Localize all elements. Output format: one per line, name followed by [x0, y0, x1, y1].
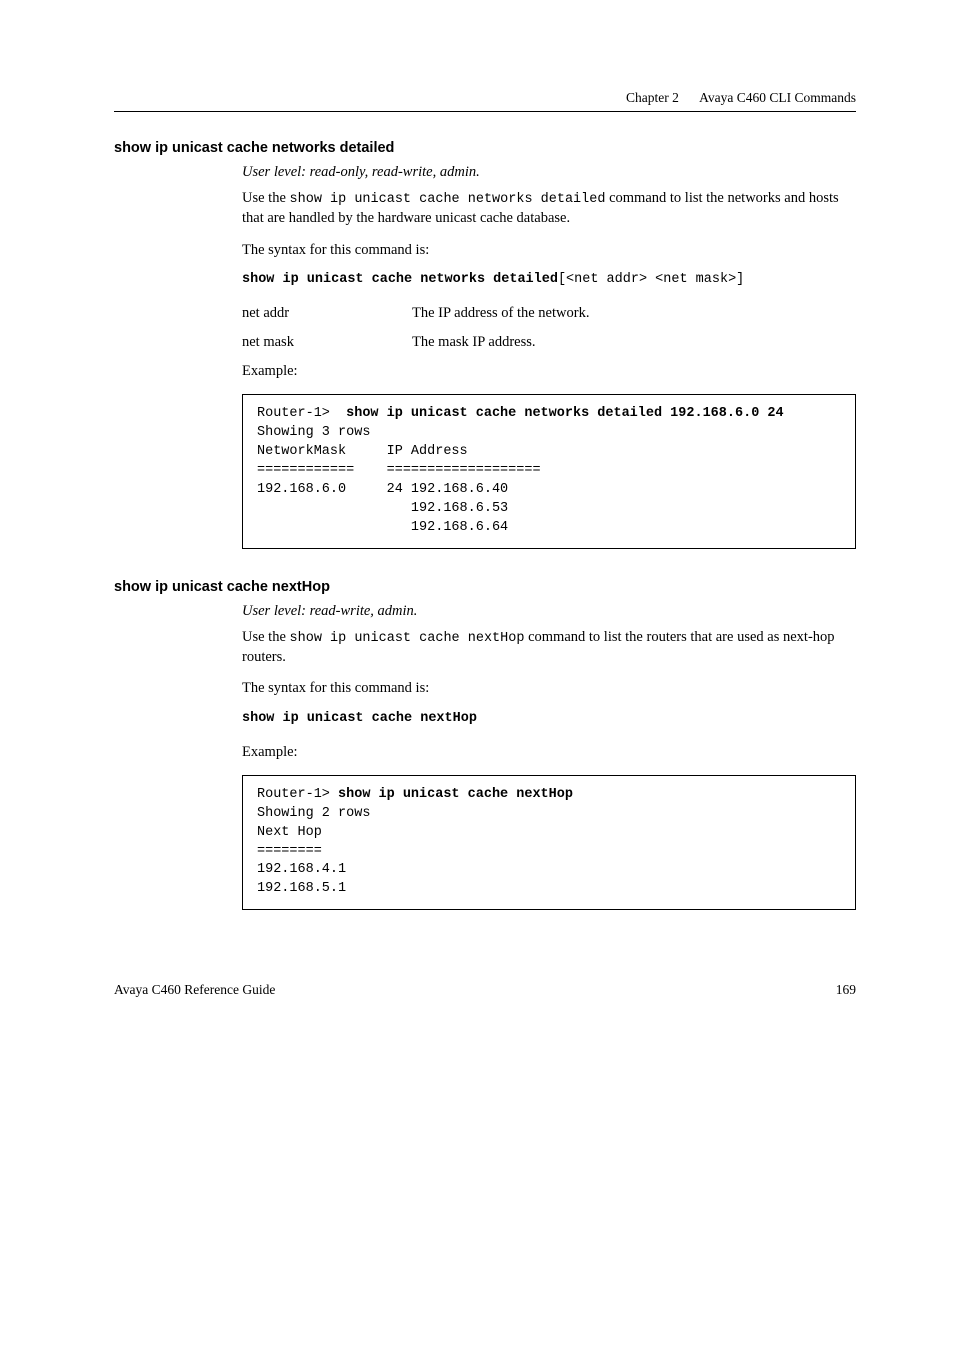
user-level: User level: read-only, read-write, admin… — [242, 164, 856, 181]
code-output: Showing 3 rows NetworkMask IP Address ==… — [257, 425, 541, 534]
syntax-bold: show ip unicast cache networks detailed — [242, 272, 558, 287]
code-command: show ip unicast cache nextHop — [338, 787, 573, 802]
section-show-ip-unicast-cache-nexthop: show ip unicast cache nextHop User level… — [114, 579, 856, 911]
code-prompt: Router-1> — [257, 406, 346, 421]
description: Use the show ip unicast cache nextHop co… — [242, 628, 856, 668]
code-block: Router-1> show ip unicast cache networks… — [242, 394, 856, 548]
syntax-args: [<net addr> <net mask>] — [558, 272, 744, 287]
section-heading: show ip unicast cache nextHop — [114, 579, 856, 595]
example-label: Example: — [242, 744, 856, 761]
footer-left: Avaya C460 Reference Guide — [114, 982, 275, 998]
code-block: Router-1> show ip unicast cache nextHop … — [242, 775, 856, 910]
desc-cmd: show ip unicast cache nextHop — [290, 631, 525, 646]
section-body: User level: read-write, admin. Use the s… — [242, 603, 856, 911]
desc-cmd: show ip unicast cache networks detailed — [290, 192, 606, 207]
code-output: Showing 2 rows Next Hop ======== 192.168… — [257, 806, 370, 897]
param-row: net mask The mask IP address. — [242, 334, 856, 351]
description: Use the show ip unicast cache networks d… — [242, 189, 856, 229]
example-label: Example: — [242, 363, 856, 380]
desc-prefix: Use the — [242, 190, 290, 206]
section-body: User level: read-only, read-write, admin… — [242, 164, 856, 549]
syntax-label: The syntax for this command is: — [242, 679, 856, 699]
page: Chapter 2 Avaya C460 CLI Commands show i… — [0, 0, 954, 1058]
page-header: Chapter 2 Avaya C460 CLI Commands — [114, 90, 856, 112]
syntax-bold: show ip unicast cache nextHop — [242, 711, 477, 726]
param-desc: The IP address of the network. — [412, 305, 856, 322]
syntax-line: show ip unicast cache nextHop — [242, 711, 856, 726]
param-name: net addr — [242, 305, 412, 322]
param-name: net mask — [242, 334, 412, 351]
page-footer: Avaya C460 Reference Guide 169 — [114, 982, 856, 998]
desc-prefix: Use the — [242, 629, 290, 645]
syntax-label: The syntax for this command is: — [242, 241, 856, 261]
code-command: show ip unicast cache networks detailed … — [346, 406, 783, 421]
section-show-ip-unicast-cache-networks-detailed: show ip unicast cache networks detailed … — [114, 140, 856, 549]
code-prompt: Router-1> — [257, 787, 338, 802]
chapter-title: Avaya C460 CLI Commands — [699, 90, 856, 105]
user-level: User level: read-write, admin. — [242, 603, 856, 620]
syntax-line: show ip unicast cache networks detailed[… — [242, 272, 856, 287]
param-desc: The mask IP address. — [412, 334, 856, 351]
param-row: net addr The IP address of the network. — [242, 305, 856, 322]
section-heading: show ip unicast cache networks detailed — [114, 140, 856, 156]
chapter-label: Chapter 2 — [626, 90, 679, 105]
footer-page-number: 169 — [836, 982, 856, 998]
